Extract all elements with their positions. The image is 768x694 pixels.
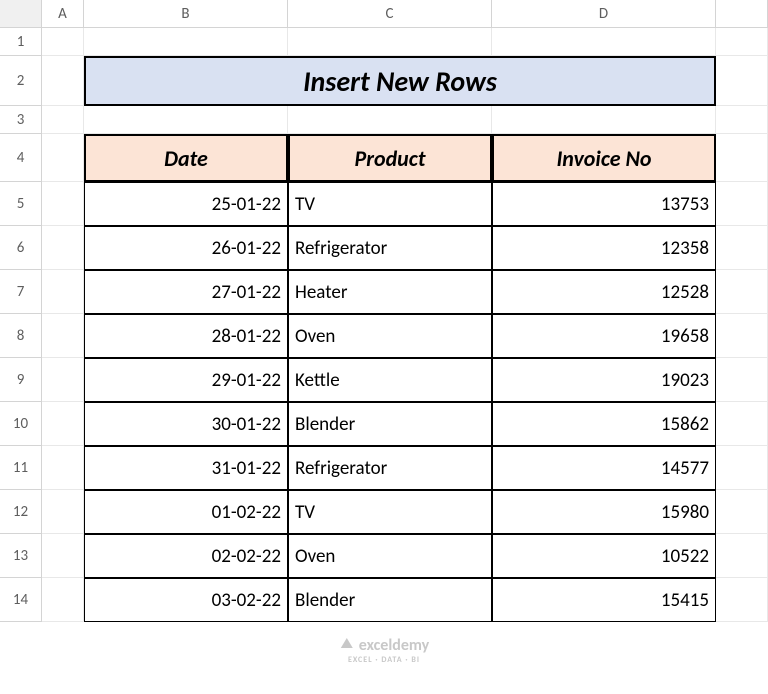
row-header-12[interactable]: 12: [0, 490, 42, 534]
cell-a4[interactable]: [42, 134, 84, 182]
cell-date-7[interactable]: 27-01-22: [84, 270, 288, 314]
cell-e3[interactable]: [716, 106, 768, 134]
cell-product-12[interactable]: TV: [288, 490, 492, 534]
title-text: Insert New Rows: [303, 64, 497, 99]
cell-c3[interactable]: [288, 106, 492, 134]
cell-invoice-13[interactable]: 10522: [492, 534, 716, 578]
cell-date-9[interactable]: 29-01-22: [84, 358, 288, 402]
row-header-5[interactable]: 5: [0, 182, 42, 226]
cell-e8[interactable]: [716, 314, 768, 358]
row-header-14[interactable]: 14: [0, 578, 42, 622]
cell-e2[interactable]: [716, 56, 768, 106]
cell-invoice-10[interactable]: 15862: [492, 402, 716, 446]
row-header-1[interactable]: 1: [0, 28, 42, 56]
cell-invoice-9[interactable]: 19023: [492, 358, 716, 402]
cell-product-7[interactable]: Heater: [288, 270, 492, 314]
cell-a3[interactable]: [42, 106, 84, 134]
col-header-blank[interactable]: [716, 0, 768, 28]
cell-invoice-12[interactable]: 15980: [492, 490, 716, 534]
row-header-10[interactable]: 10: [0, 402, 42, 446]
cell-e11[interactable]: [716, 446, 768, 490]
cell-a2[interactable]: [42, 56, 84, 106]
watermark-main: exceldemy: [359, 636, 429, 655]
cell-product-13[interactable]: Oven: [288, 534, 492, 578]
cell-a9[interactable]: [42, 358, 84, 402]
cell-b1[interactable]: [84, 28, 288, 56]
cell-a10[interactable]: [42, 402, 84, 446]
cell-invoice-5[interactable]: 13753: [492, 182, 716, 226]
row-header-7[interactable]: 7: [0, 270, 42, 314]
select-all-corner[interactable]: [0, 0, 42, 28]
cell-e13[interactable]: [716, 534, 768, 578]
cell-product-8[interactable]: Oven: [288, 314, 492, 358]
cell-e14[interactable]: [716, 578, 768, 622]
cell-date-13[interactable]: 02-02-22: [84, 534, 288, 578]
cell-a14[interactable]: [42, 578, 84, 622]
cell-d1[interactable]: [492, 28, 716, 56]
title-cell[interactable]: Insert New Rows: [84, 56, 716, 106]
cell-date-14[interactable]: 03-02-22: [84, 578, 288, 622]
row-header-6[interactable]: 6: [0, 226, 42, 270]
cell-invoice-7[interactable]: 12528: [492, 270, 716, 314]
header-date-label: Date: [164, 145, 208, 172]
header-date[interactable]: Date: [84, 134, 288, 182]
cell-date-11[interactable]: 31-01-22: [84, 446, 288, 490]
row-header-3[interactable]: 3: [0, 106, 42, 134]
col-header-a[interactable]: A: [42, 0, 84, 28]
cell-product-11[interactable]: Refrigerator: [288, 446, 492, 490]
cell-e4[interactable]: [716, 134, 768, 182]
row-header-2[interactable]: 2: [0, 56, 42, 106]
header-product-label: Product: [355, 145, 426, 172]
cell-a6[interactable]: [42, 226, 84, 270]
col-header-b[interactable]: B: [84, 0, 288, 28]
watermark: exceldemy EXCEL · DATA · BI: [339, 636, 429, 664]
cell-product-6[interactable]: Refrigerator: [288, 226, 492, 270]
cell-b3[interactable]: [84, 106, 288, 134]
cell-invoice-11[interactable]: 14577: [492, 446, 716, 490]
cell-d3[interactable]: [492, 106, 716, 134]
cell-e5[interactable]: [716, 182, 768, 226]
row-header-9[interactable]: 9: [0, 358, 42, 402]
cell-date-12[interactable]: 01-02-22: [84, 490, 288, 534]
cell-e6[interactable]: [716, 226, 768, 270]
cell-a11[interactable]: [42, 446, 84, 490]
cell-a7[interactable]: [42, 270, 84, 314]
col-header-c[interactable]: C: [288, 0, 492, 28]
cell-a12[interactable]: [42, 490, 84, 534]
row-header-13[interactable]: 13: [0, 534, 42, 578]
cell-date-5[interactable]: 25-01-22: [84, 182, 288, 226]
cell-product-5[interactable]: TV: [288, 182, 492, 226]
col-header-d[interactable]: D: [492, 0, 716, 28]
cell-a13[interactable]: [42, 534, 84, 578]
cell-invoice-8[interactable]: 19658: [492, 314, 716, 358]
cell-c1[interactable]: [288, 28, 492, 56]
logo-icon: [339, 636, 355, 656]
cell-invoice-6[interactable]: 12358: [492, 226, 716, 270]
row-header-8[interactable]: 8: [0, 314, 42, 358]
row-header-4[interactable]: 4: [0, 134, 42, 182]
cell-e1[interactable]: [716, 28, 768, 56]
cell-a8[interactable]: [42, 314, 84, 358]
cell-product-10[interactable]: Blender: [288, 402, 492, 446]
header-invoice[interactable]: Invoice No: [492, 134, 716, 182]
spreadsheet-grid: A B C D 1 2 Insert New Rows 3 4 Date Pro…: [0, 0, 768, 622]
cell-date-6[interactable]: 26-01-22: [84, 226, 288, 270]
cell-e9[interactable]: [716, 358, 768, 402]
cell-e10[interactable]: [716, 402, 768, 446]
cell-e12[interactable]: [716, 490, 768, 534]
cell-date-8[interactable]: 28-01-22: [84, 314, 288, 358]
header-invoice-label: Invoice No: [556, 145, 651, 172]
cell-product-9[interactable]: Kettle: [288, 358, 492, 402]
header-product[interactable]: Product: [288, 134, 492, 182]
cell-product-14[interactable]: Blender: [288, 578, 492, 622]
cell-e7[interactable]: [716, 270, 768, 314]
cell-date-10[interactable]: 30-01-22: [84, 402, 288, 446]
watermark-sub: EXCEL · DATA · BI: [339, 656, 429, 664]
cell-invoice-14[interactable]: 15415: [492, 578, 716, 622]
cell-a5[interactable]: [42, 182, 84, 226]
row-header-11[interactable]: 11: [0, 446, 42, 490]
cell-a1[interactable]: [42, 28, 84, 56]
